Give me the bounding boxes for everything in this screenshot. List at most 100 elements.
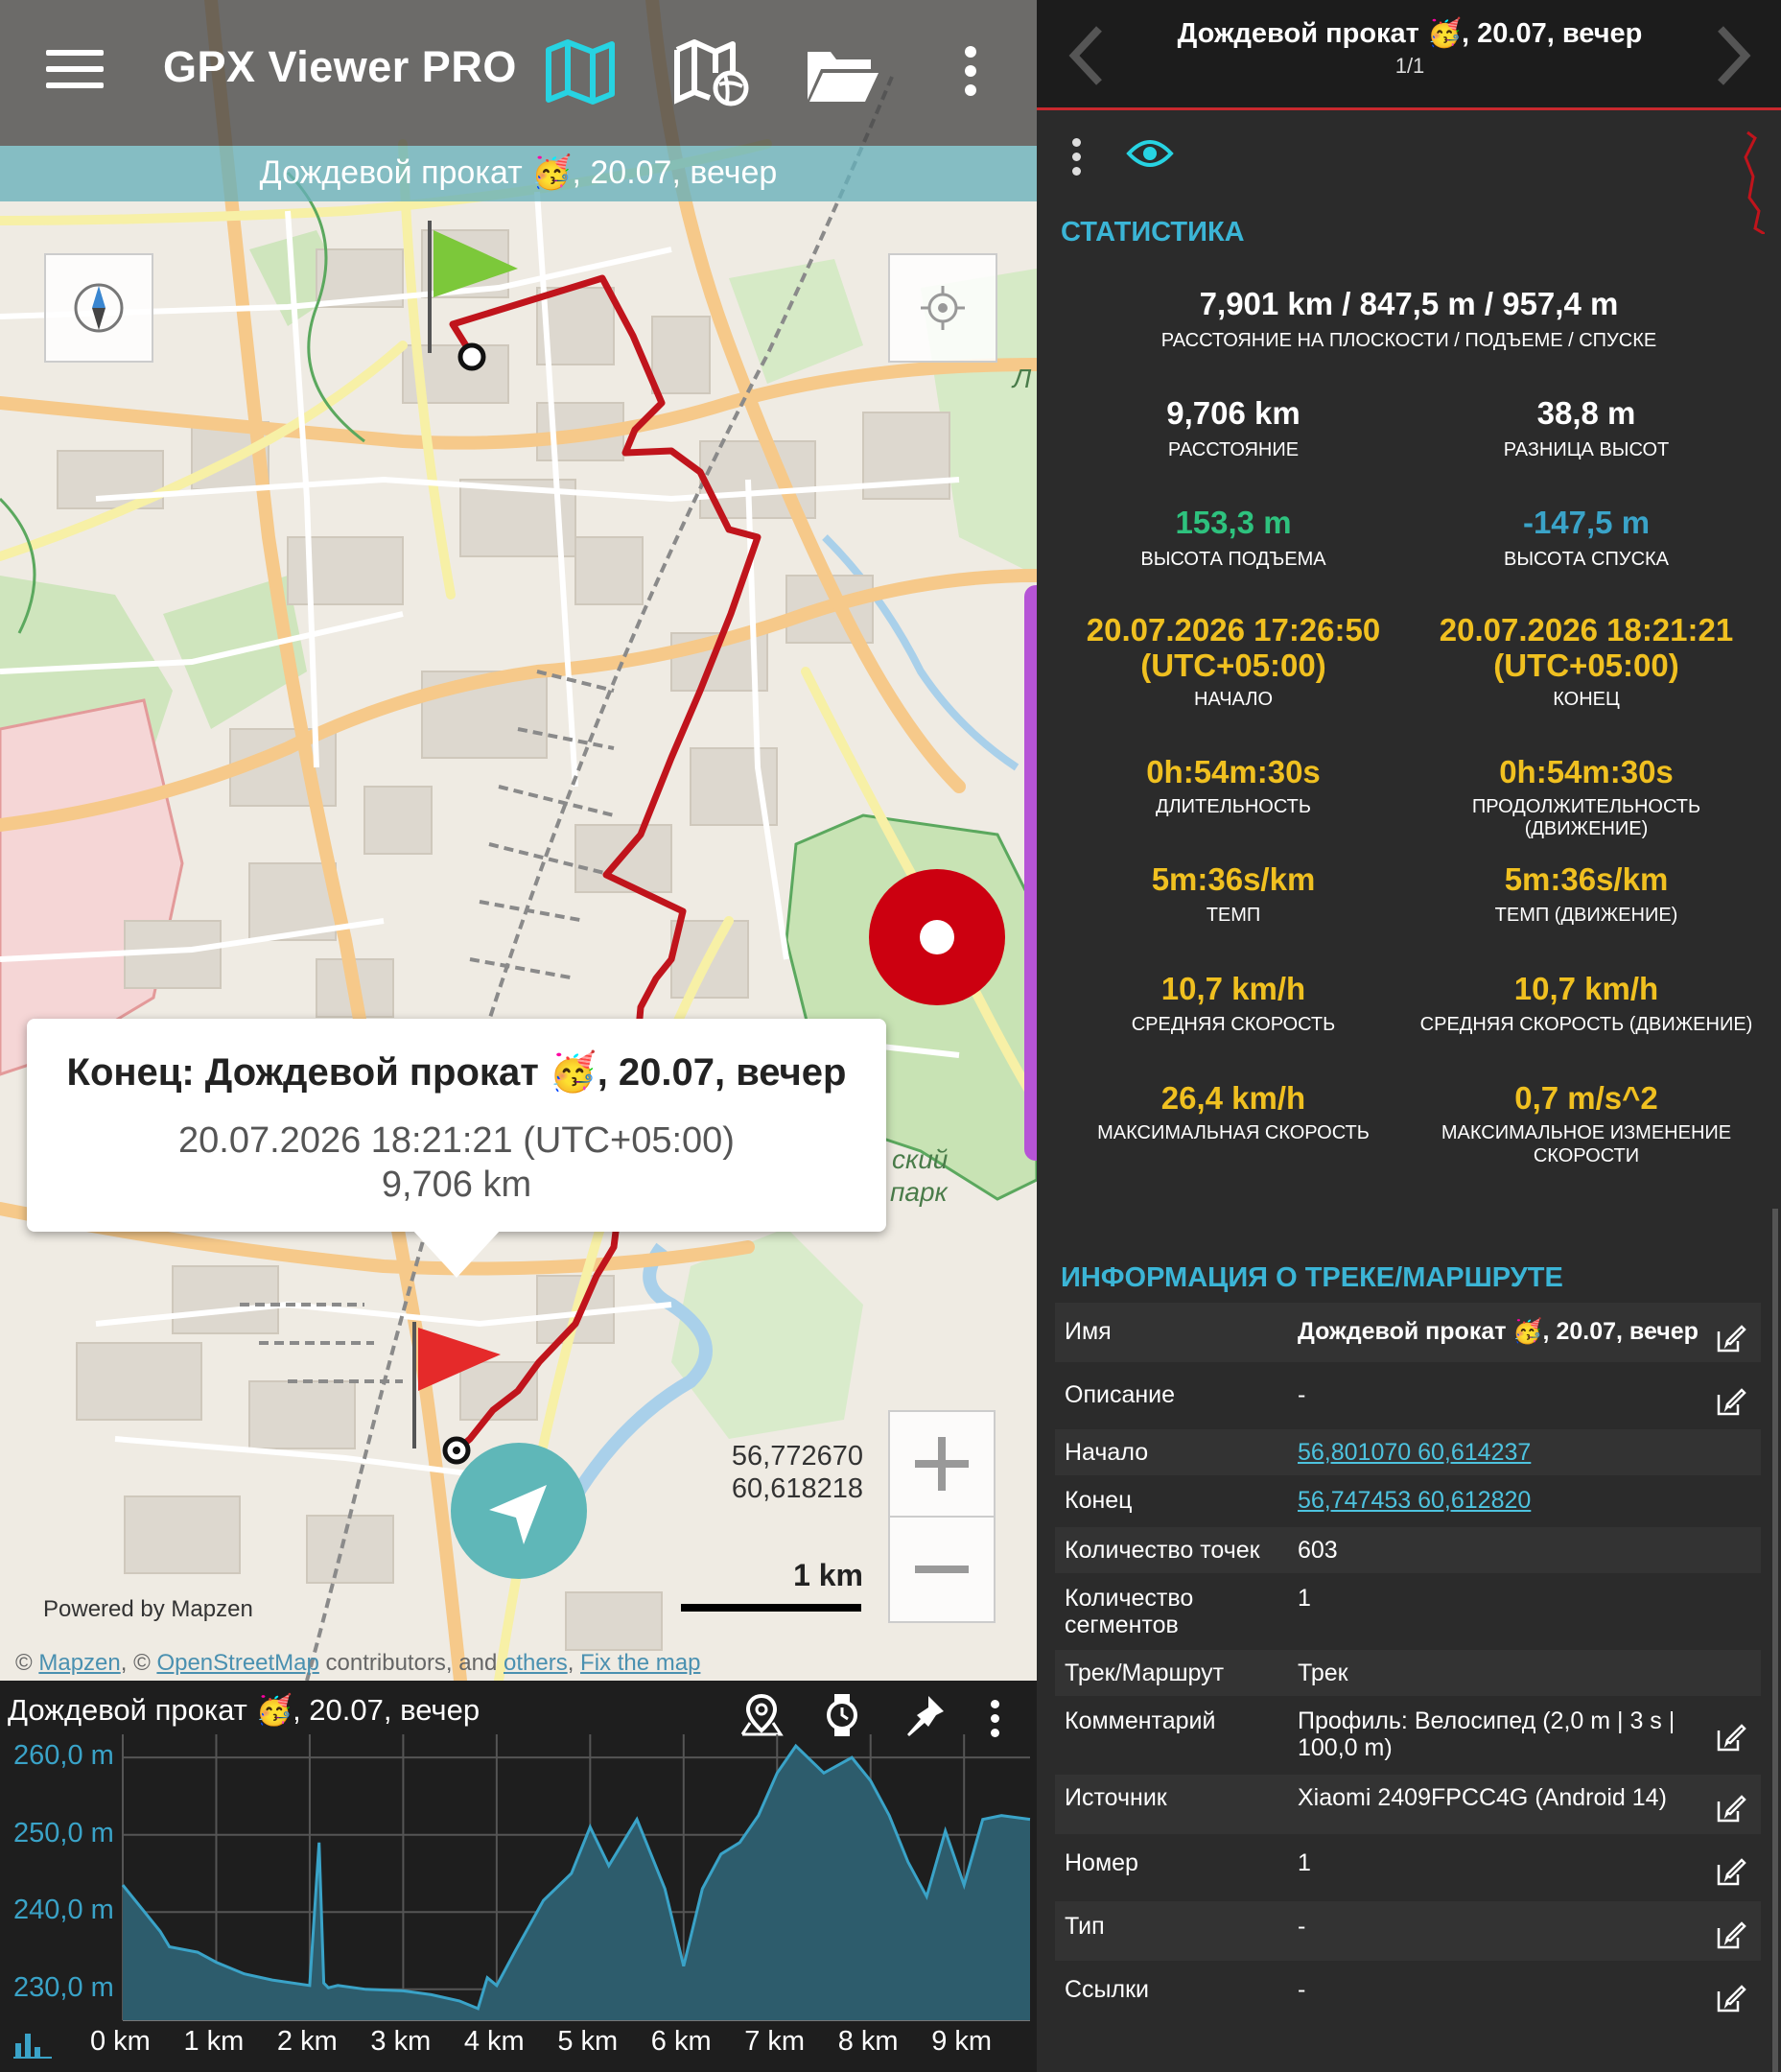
others-link[interactable]: others xyxy=(504,1650,568,1676)
edit-icon[interactable] xyxy=(1715,1919,1747,1951)
descent-value: -147,5 m xyxy=(1522,505,1651,540)
info-row-type: Трек/Маршрут Трек xyxy=(1055,1650,1761,1696)
elevation-diff-value: 38,8 m xyxy=(1536,395,1636,431)
crosshair-icon xyxy=(921,286,965,330)
eye-icon[interactable] xyxy=(1126,134,1174,173)
x-axis-label: 6 km xyxy=(650,2026,712,2057)
x-axis-label: 1 km xyxy=(183,2026,245,2057)
info-value: Профиль: Велосипед (2,0 m | 3 s | xyxy=(1298,1707,1676,1734)
y-axis-label: 260,0 m xyxy=(13,1740,114,1772)
scrollbar[interactable] xyxy=(1772,1209,1778,2072)
map-icon[interactable] xyxy=(543,35,618,109)
info-value: - xyxy=(1298,1381,1306,1408)
max-accel-label: МАКСИМАЛЬНОЕ ИЗМЕНЕНИЕ xyxy=(1441,1122,1732,1143)
info-key-line-2: сегментов xyxy=(1065,1612,1179,1638)
fix-the-map-link[interactable]: Fix the map xyxy=(580,1650,700,1676)
attribution-sep-1: , © xyxy=(120,1650,157,1676)
info-value: Трек xyxy=(1298,1660,1348,1686)
elevation-diff-label: РАЗНИЦА ВЫСОТ xyxy=(1503,439,1670,460)
info-key: Количество xyxy=(1065,1585,1194,1612)
zoom-in-button[interactable] xyxy=(888,1410,996,1518)
duration-value: 0h:54m:30s xyxy=(1146,754,1321,789)
start-label: НАЧАЛО xyxy=(1193,689,1273,710)
info-key: Ссылки xyxy=(1065,1976,1150,2003)
x-axis-label: 2 km xyxy=(276,2026,338,2057)
previous-track-button[interactable] xyxy=(1063,23,1111,88)
start-coordinates-link[interactable]: 56,801070 60,614237 xyxy=(1298,1439,1700,1467)
info-key: Комментарий xyxy=(1065,1707,1216,1734)
x-axis-label: 0 km xyxy=(90,2026,151,2057)
app-toolbar xyxy=(0,0,1037,146)
hamburger-menu-icon[interactable] xyxy=(46,50,104,92)
end-label: КОНЕЦ xyxy=(1553,689,1620,710)
popup-title: Конец: Дождевой прокат 🥳, 20.07, вечер xyxy=(66,1051,847,1094)
start-time-value: 20.07.2026 17:26:50 xyxy=(1086,612,1381,648)
end-coordinates-link[interactable]: 56,747453 60,612820 xyxy=(1298,1487,1700,1515)
ascent-label: ВЫСОТА ПОДЪЕМА xyxy=(1140,549,1326,570)
compass-button[interactable] xyxy=(44,253,153,363)
info-key: Начало xyxy=(1065,1439,1149,1466)
openstreetmap-link[interactable]: OpenStreetMap xyxy=(156,1650,318,1676)
info-row-description: Описание - xyxy=(1055,1366,1761,1425)
more-vertical-icon[interactable] xyxy=(965,46,980,100)
moving-pace-value: 5m:36s/km xyxy=(1504,861,1669,897)
zoom-out-button[interactable] xyxy=(888,1516,996,1623)
x-axis-label: 8 km xyxy=(837,2026,899,2057)
info-row-links: Ссылки - xyxy=(1055,1965,1761,2024)
info-section-title: ИНФОРМАЦИЯ О ТРЕКЕ/МАРШРУТЕ xyxy=(1061,1262,1563,1293)
edit-icon[interactable] xyxy=(1715,1721,1747,1754)
map-canvas[interactable]: ский парк Л xyxy=(0,0,1037,1681)
folder-open-icon[interactable] xyxy=(804,42,880,106)
navigate-button[interactable] xyxy=(451,1443,587,1579)
info-key: Трек/Маршрут xyxy=(1065,1660,1225,1686)
pace-value: 5m:36s/km xyxy=(1151,861,1316,897)
my-location-button[interactable] xyxy=(888,253,997,363)
y-axis-label: 240,0 m xyxy=(13,1895,114,1926)
edit-icon[interactable] xyxy=(1715,1385,1747,1418)
record-button[interactable] xyxy=(869,869,1005,1005)
max-speed-value: 26,4 km/h xyxy=(1160,1080,1306,1116)
edit-icon[interactable] xyxy=(1715,1322,1747,1354)
map-view[interactable]: ский парк Л xyxy=(0,0,1037,1681)
y-axis-label: 250,0 m xyxy=(13,1817,114,1848)
x-axis-label: 9 km xyxy=(931,2026,993,2057)
edit-icon[interactable] xyxy=(1715,1855,1747,1888)
offline-map-icon[interactable] xyxy=(671,35,752,109)
elevation-chart[interactable] xyxy=(0,1727,1037,2072)
duration-label: ДЛИТЕЛЬНОСТЬ xyxy=(1156,796,1311,817)
elevation-title: Дождевой прокат 🥳, 20.07, вечер xyxy=(8,1693,480,1727)
navigation-arrow-icon xyxy=(489,1485,547,1544)
moving-avg-speed-value: 10,7 km/h xyxy=(1513,971,1659,1006)
x-axis-label: 5 km xyxy=(557,2026,619,2057)
x-axis-label: 3 km xyxy=(370,2026,432,2057)
bar-chart-icon[interactable] xyxy=(13,2030,52,2059)
map-attribution: © Mapzen, © OpenStreetMap contributors, … xyxy=(15,1650,700,1677)
x-axis-label: 4 km xyxy=(463,2026,525,2057)
popup-pointer xyxy=(412,1230,501,1278)
avg-speed-label: СРЕДНЯЯ СКОРОСТЬ xyxy=(1131,1014,1336,1035)
info-row-segments: Количество сегментов 1 xyxy=(1055,1575,1761,1646)
statistics-section-title: СТАТИСТИКА xyxy=(1061,217,1245,247)
stats-more-icon[interactable] xyxy=(1072,138,1084,177)
popup-time: 20.07.2026 18:21:21 (UTC+05:00) xyxy=(178,1120,735,1161)
stats-header-title: Дождевой прокат 🥳, 20.07, вечер xyxy=(1177,18,1643,49)
next-track-button[interactable] xyxy=(1709,23,1757,88)
mapzen-link[interactable]: Mapzen xyxy=(38,1650,120,1676)
info-key: Количество точек xyxy=(1065,1537,1260,1564)
moving-duration-value: 0h:54m:30s xyxy=(1499,754,1674,789)
map-label-edge: Л xyxy=(1011,364,1032,393)
track-thumbnail xyxy=(1744,130,1765,234)
edit-icon[interactable] xyxy=(1715,1982,1747,2014)
info-value-line-2: 100,0 m) xyxy=(1298,1734,1393,1761)
distance-value: 9,706 km xyxy=(1166,395,1301,431)
summary-value: 7,901 km / 847,5 m / 957,4 m xyxy=(1199,286,1619,321)
edit-icon[interactable] xyxy=(1715,1792,1747,1825)
scale-bar xyxy=(681,1604,861,1612)
attribution-mid: contributors, and xyxy=(318,1650,504,1676)
moving-duration-label: ПРОДОЛЖИТЕЛЬНОСТЬ (ДВИЖЕНИЕ) xyxy=(1471,796,1701,839)
powered-by-text: Powered by Mapzen xyxy=(43,1596,253,1622)
info-value: Xiaomi 2409FPCC4G (Android 14) xyxy=(1298,1784,1667,1811)
info-row-kind: Тип - xyxy=(1055,1901,1761,1961)
track-counter: 1/1 xyxy=(1394,54,1425,78)
cursor-latitude: 56,772670 xyxy=(731,1441,863,1472)
